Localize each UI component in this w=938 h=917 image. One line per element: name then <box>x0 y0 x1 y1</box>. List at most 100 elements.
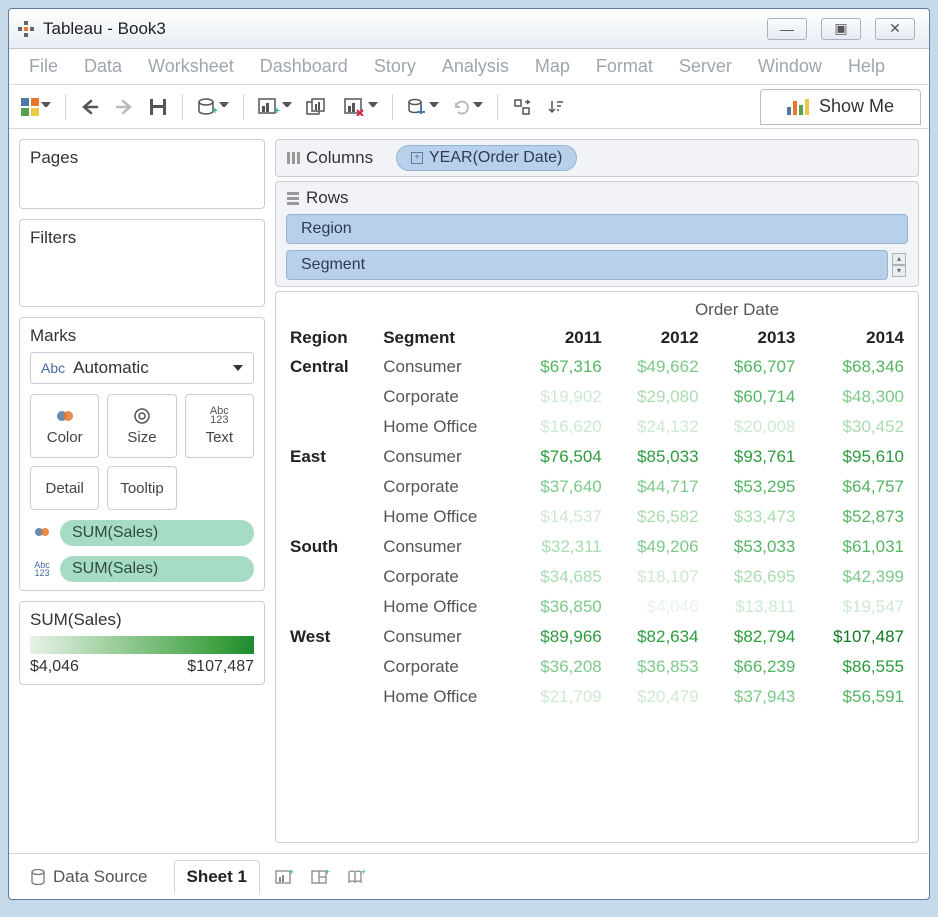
cell-value[interactable]: $19,902 <box>513 382 610 412</box>
cell-region[interactable]: West <box>282 622 375 652</box>
cell-value[interactable]: $68,346 <box>803 352 912 382</box>
columns-field-year[interactable]: + YEAR(Order Date) <box>396 145 577 171</box>
cell-segment[interactable]: Home Office <box>375 592 513 622</box>
cell-region[interactable] <box>282 652 375 682</box>
cell-segment[interactable]: Consumer <box>375 622 513 652</box>
cell-value[interactable]: $36,853 <box>610 652 707 682</box>
cell-value[interactable]: $20,479 <box>610 682 707 712</box>
cell-region[interactable] <box>282 412 375 442</box>
legend-gradient[interactable] <box>30 636 254 654</box>
cell-segment[interactable]: Corporate <box>375 472 513 502</box>
pages-shelf[interactable]: Pages <box>19 139 265 209</box>
cell-region[interactable]: South <box>282 532 375 562</box>
forward-button[interactable] <box>110 93 138 121</box>
cell-value[interactable]: $89,966 <box>513 622 610 652</box>
cell-value[interactable]: $24,132 <box>610 412 707 442</box>
cell-value[interactable]: $85,033 <box>610 442 707 472</box>
cell-value[interactable]: $33,473 <box>707 502 804 532</box>
menu-dashboard[interactable]: Dashboard <box>252 52 356 81</box>
swap-button[interactable] <box>508 93 536 121</box>
back-button[interactable] <box>76 93 104 121</box>
col-header-2014[interactable]: 2014 <box>803 324 912 352</box>
cell-value[interactable]: $53,033 <box>707 532 804 562</box>
cell-value[interactable]: $16,620 <box>513 412 610 442</box>
menu-data[interactable]: Data <box>76 52 130 81</box>
cell-segment[interactable]: Home Office <box>375 502 513 532</box>
refresh-button[interactable] <box>449 93 487 121</box>
cell-value[interactable]: $86,555 <box>803 652 912 682</box>
new-worksheet-button[interactable]: + <box>254 93 296 121</box>
marks-text-pill[interactable]: SUM(Sales) <box>60 556 254 582</box>
col-header-2012[interactable]: 2012 <box>610 324 707 352</box>
cell-value[interactable]: $42,399 <box>803 562 912 592</box>
marks-color-button[interactable]: Color <box>30 394 99 458</box>
cell-value[interactable]: $13,811 <box>707 592 804 622</box>
cell-value[interactable]: $14,537 <box>513 502 610 532</box>
menu-analysis[interactable]: Analysis <box>434 52 517 81</box>
cell-value[interactable]: $76,504 <box>513 442 610 472</box>
marks-color-pill[interactable]: SUM(Sales) <box>60 520 254 546</box>
maximize-button[interactable]: ▣ <box>821 18 861 40</box>
col-header-region[interactable]: Region <box>282 324 375 352</box>
filters-shelf[interactable]: Filters <box>19 219 265 307</box>
menu-story[interactable]: Story <box>366 52 424 81</box>
cell-value[interactable]: $32,311 <box>513 532 610 562</box>
menu-worksheet[interactable]: Worksheet <box>140 52 242 81</box>
cell-segment[interactable]: Consumer <box>375 352 513 382</box>
cell-region[interactable]: East <box>282 442 375 472</box>
cell-value[interactable]: $61,031 <box>803 532 912 562</box>
cell-value[interactable]: $26,695 <box>707 562 804 592</box>
rows-field-segment[interactable]: Segment <box>286 250 888 280</box>
marks-tooltip-button[interactable]: Tooltip <box>107 466 176 510</box>
cell-value[interactable]: $30,452 <box>803 412 912 442</box>
cell-value[interactable]: $29,080 <box>610 382 707 412</box>
cell-value[interactable]: $36,208 <box>513 652 610 682</box>
cell-value[interactable]: $36,850 <box>513 592 610 622</box>
cell-value[interactable]: $93,761 <box>707 442 804 472</box>
new-worksheet-tab[interactable]: + <box>274 868 296 886</box>
sort-button[interactable] <box>542 93 570 121</box>
cell-value[interactable]: $53,295 <box>707 472 804 502</box>
clear-sheet-button[interactable] <box>340 93 382 121</box>
tab-data-source[interactable]: Data Source <box>19 861 160 893</box>
new-story-tab[interactable]: + <box>346 868 368 886</box>
cell-segment[interactable]: Consumer <box>375 442 513 472</box>
cell-region[interactable] <box>282 682 375 712</box>
menu-server[interactable]: Server <box>671 52 740 81</box>
menu-window[interactable]: Window <box>750 52 830 81</box>
show-me-button[interactable]: Show Me <box>760 89 921 125</box>
marks-text-button[interactable]: Abc123 Text <box>185 394 254 458</box>
connect-live-button[interactable] <box>403 93 443 121</box>
new-datasource-button[interactable]: + <box>193 93 233 121</box>
marks-detail-button[interactable]: Detail <box>30 466 99 510</box>
cell-value[interactable]: $82,794 <box>707 622 804 652</box>
menu-file[interactable]: File <box>21 52 66 81</box>
cell-value[interactable]: $52,873 <box>803 502 912 532</box>
cell-segment[interactable]: Home Office <box>375 682 513 712</box>
minimize-button[interactable]: — <box>767 18 807 40</box>
save-button[interactable] <box>144 93 172 121</box>
cell-value[interactable]: $19,547 <box>803 592 912 622</box>
cell-region[interactable] <box>282 472 375 502</box>
col-header-segment[interactable]: Segment <box>375 324 513 352</box>
cell-value[interactable]: $66,239 <box>707 652 804 682</box>
cell-region[interactable]: Central <box>282 352 375 382</box>
col-header-2013[interactable]: 2013 <box>707 324 804 352</box>
rows-scroll[interactable]: ▴▾ <box>892 253 908 277</box>
cell-value[interactable]: $48,300 <box>803 382 912 412</box>
cell-segment[interactable]: Corporate <box>375 652 513 682</box>
new-dashboard-tab[interactable]: + <box>310 868 332 886</box>
cell-value[interactable]: $56,591 <box>803 682 912 712</box>
rows-field-region[interactable]: Region <box>286 214 908 244</box>
close-button[interactable]: ✕ <box>875 18 915 40</box>
tableau-logo-button[interactable] <box>17 93 55 121</box>
cell-value[interactable]: $66,707 <box>707 352 804 382</box>
marks-type-select[interactable]: Abc Automatic <box>30 352 254 384</box>
cell-value[interactable]: $67,316 <box>513 352 610 382</box>
cell-value[interactable]: $34,685 <box>513 562 610 592</box>
cell-value[interactable]: $37,640 <box>513 472 610 502</box>
rows-shelf[interactable]: Rows Region Segment ▴▾ <box>275 181 919 287</box>
cell-region[interactable] <box>282 592 375 622</box>
cell-region[interactable] <box>282 382 375 412</box>
cell-value[interactable]: $26,582 <box>610 502 707 532</box>
